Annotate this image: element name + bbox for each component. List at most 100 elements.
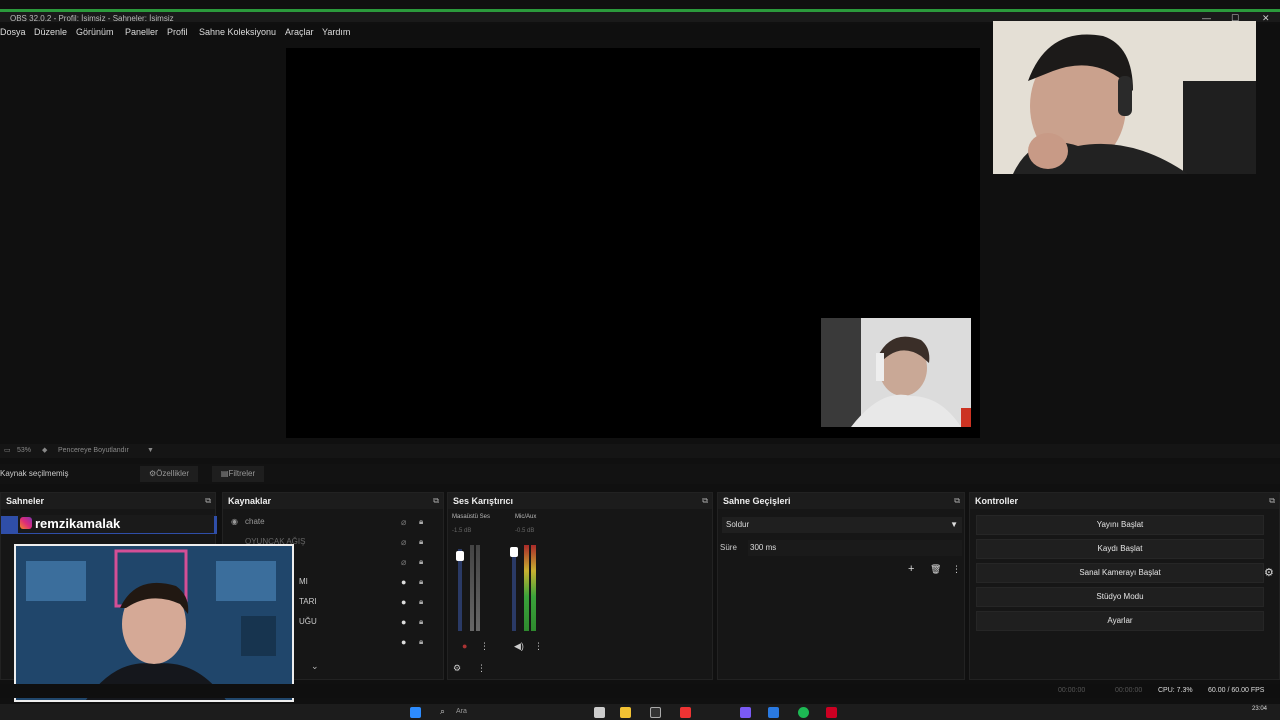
start-recording-button[interactable]: Kaydı Başlat — [976, 539, 1264, 559]
menu-profil[interactable]: Profil — [167, 24, 188, 40]
slider-handle[interactable] — [456, 551, 464, 561]
mixer-title: Ses Karıştırıcı — [453, 496, 514, 506]
webcam-overlay-bottom — [14, 544, 294, 702]
eye-off-icon[interactable]: ⌀ — [401, 533, 406, 551]
eye-icon[interactable]: ● — [401, 573, 406, 591]
menu-sahne-koleksiyonu[interactable]: Sahne Koleksiyonu — [199, 24, 276, 40]
float-icon[interactable]: ⧉ — [1269, 493, 1275, 509]
windows-icon[interactable] — [410, 707, 421, 718]
person-image — [821, 318, 971, 427]
duration-input[interactable]: 300 ms — [748, 540, 962, 556]
chevron-down-icon[interactable]: ▼ — [147, 444, 154, 458]
status-bar: 00:00:00 00:00:00 CPU: 7.3% 60.00 / 60.0… — [0, 684, 1280, 698]
person-image — [16, 546, 292, 700]
channel-name: Masaüstü Ses — [452, 514, 491, 520]
stream-time: 00:00:00 — [1058, 687, 1086, 694]
gear-icon[interactable]: ⚙ — [1264, 566, 1274, 579]
channel-db: -1.5 dB — [452, 528, 472, 534]
float-icon[interactable]: ⧉ — [954, 493, 960, 509]
lock-icon[interactable]: 🔒︎ — [419, 573, 423, 591]
eye-icon[interactable]: ● — [401, 593, 406, 611]
float-icon[interactable]: ⧉ — [433, 493, 439, 509]
source-type-icon: ◉ — [231, 517, 238, 526]
float-icon[interactable]: ⧉ — [205, 493, 211, 509]
search-box[interactable]: Ara — [456, 708, 467, 715]
menu-gorunum[interactable]: Görünüm — [76, 24, 114, 40]
sources-title: Kaynaklar — [228, 496, 272, 506]
volume-slider[interactable] — [512, 549, 516, 631]
volume-meter — [531, 545, 536, 631]
properties-button[interactable]: ⚙Özellikler — [140, 466, 198, 482]
filters-button[interactable]: ▤Filtreler — [212, 466, 264, 482]
eye-off-icon[interactable]: ⌀ — [401, 553, 406, 571]
menu-duzenle[interactable]: Düzenle — [34, 24, 67, 40]
mute-icon[interactable]: ● — [462, 641, 467, 651]
search-icon[interactable]: ⌕ — [440, 706, 445, 717]
webcam-overlay-top — [993, 21, 1256, 174]
menu-dosya[interactable]: Dosya — [0, 24, 26, 40]
preview-webcam-source[interactable] — [821, 318, 971, 427]
volume-slider[interactable] — [458, 549, 462, 631]
studio-mode-button[interactable]: Stüdyo Modu — [976, 587, 1264, 607]
move-down-icon[interactable]: ⌄ — [311, 661, 319, 672]
volume-meter — [524, 545, 529, 631]
eye-icon[interactable]: ● — [401, 613, 406, 631]
lock-icon[interactable]: 🔒︎ — [419, 553, 423, 571]
selected-source-status: Kaynak seçilmemiş — [0, 469, 69, 478]
scene-transitions-dock: Sahne Geçişleri ⧉ Soldur ▼ Süre 300 ms +… — [717, 492, 965, 680]
app-icon[interactable] — [594, 707, 605, 718]
slider-handle[interactable] — [510, 547, 518, 557]
lock-icon[interactable]: 🔒︎ — [419, 613, 423, 631]
fit-icon[interactable]: ◆ — [42, 444, 47, 458]
preview-zoom-bar: ▭ 53% ◆ Pencereye Boyutlandır ▼ — [0, 444, 1280, 458]
zoom-mode[interactable]: Pencereye Boyutlandır — [58, 444, 129, 458]
obs-window: OBS 32.0.2 - Profil: İsimsiz - Sahneler:… — [0, 0, 1280, 720]
more-icon[interactable]: ⋮ — [534, 641, 543, 652]
plus-icon[interactable]: + — [908, 563, 914, 575]
app-icon[interactable] — [768, 707, 779, 718]
trash-icon[interactable]: 🗑︎ — [930, 564, 941, 575]
more-icon[interactable]: ⋮ — [480, 641, 489, 652]
more-icon[interactable]: ⋮ — [952, 564, 961, 575]
controls-dock: Kontroller ⧉ Yayını Başlat Kaydı Başlat … — [969, 492, 1280, 680]
lock-icon[interactable]: 🔒︎ — [419, 533, 423, 551]
person-image — [993, 21, 1256, 174]
spotify-icon[interactable] — [798, 707, 809, 718]
rec-time: 00:00:00 — [1115, 687, 1143, 694]
float-icon[interactable]: ⧉ — [702, 493, 708, 509]
eye-icon[interactable]: ● — [401, 633, 406, 651]
more-icon[interactable]: ⋮ — [477, 663, 486, 674]
instagram-tag: remzikamalak — [18, 515, 214, 533]
transition-type-select[interactable]: Soldur ▼ — [722, 517, 962, 533]
app-icon[interactable] — [740, 707, 751, 718]
speaker-icon[interactable]: ◀) — [514, 641, 524, 652]
fps-readout: 60.00 / 60.00 FPS — [1208, 687, 1265, 694]
window-title: OBS 32.0.2 - Profil: İsimsiz - Sahneler:… — [10, 14, 174, 23]
channel-name: Mic/Aux — [515, 514, 537, 520]
instagram-icon — [20, 517, 32, 529]
source-toolbar: Kaynak seçilmemiş ⚙Özellikler ▤Filtreler — [0, 464, 1280, 484]
scenes-title: Sahneler — [6, 496, 45, 506]
source-item[interactable]: ◉ chate ⌀ 🔒︎ — [227, 513, 433, 531]
menu-araclar[interactable]: Araçlar — [285, 24, 314, 40]
folder-icon[interactable] — [620, 707, 631, 718]
chrome-icon[interactable] — [680, 707, 691, 718]
volume-meter — [470, 545, 474, 631]
volume-meter — [476, 545, 480, 631]
lock-icon[interactable]: 🔒︎ — [419, 513, 423, 531]
eye-off-icon[interactable]: ⌀ — [401, 513, 406, 531]
menu-paneller[interactable]: Paneller — [125, 24, 158, 40]
audio-mixer-dock: Ses Karıştırıcı ⧉ Masaüstü Ses -1.5 dB M… — [447, 492, 713, 680]
start-streaming-button[interactable]: Yayını Başlat — [976, 515, 1264, 535]
lock-icon[interactable]: 🔒︎ — [419, 593, 423, 611]
start-virtual-camera-button[interactable]: Sanal Kamerayı Başlat — [976, 563, 1264, 583]
menu-yardim[interactable]: Yardım — [322, 24, 350, 40]
settings-button[interactable]: Ayarlar — [976, 611, 1264, 631]
gear-icon[interactable]: ⚙ — [453, 663, 461, 674]
app-icon[interactable] — [826, 707, 837, 718]
chevron-down-icon: ▼ — [950, 520, 958, 529]
channel-db: -0.5 dB — [515, 528, 535, 534]
obs-icon[interactable] — [650, 707, 661, 718]
zoom-level[interactable]: 53% — [17, 444, 31, 458]
lock-icon[interactable]: 🔒︎ — [419, 633, 423, 651]
